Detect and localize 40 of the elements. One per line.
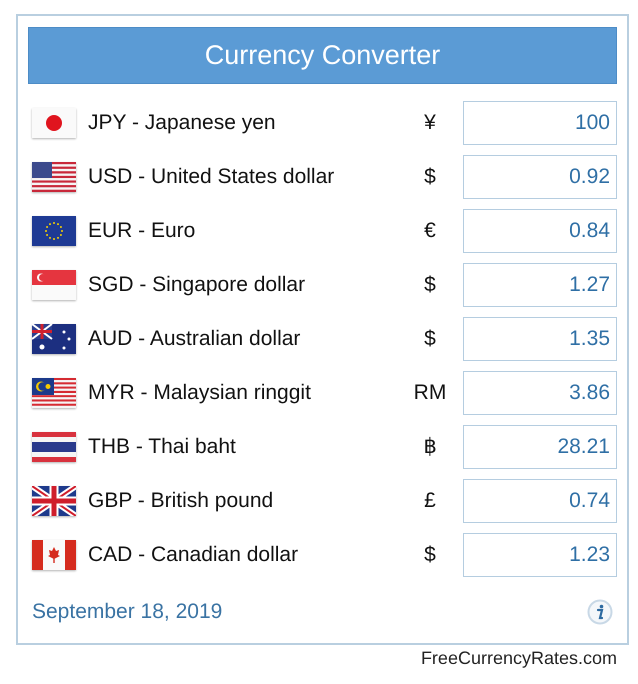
currency-symbol: RM [412,380,448,406]
currency-symbol: $ [423,542,437,568]
malaysia-flag-icon [32,378,76,408]
currency-name: GBP - British pound [88,488,274,514]
currency-symbol: € [423,218,437,244]
currency-symbol: ฿ [422,434,438,460]
amount-field[interactable]: 0.84 [463,209,617,253]
amount-field[interactable]: 3.86 [463,371,617,415]
amount-field[interactable]: 1.23 [463,533,617,577]
header-title: Currency Converter [28,27,617,84]
eu-flag-icon [32,216,76,246]
currency-name: SGD - Singapore dollar [88,272,306,298]
currency-symbol: £ [423,488,437,514]
currency-name: MYR - Malaysian ringgit [88,380,312,406]
amount-field[interactable]: 28.21 [463,425,617,469]
credit-text: FreeCurrencyRates.com [420,647,617,669]
currency-name: THB - Thai baht [88,434,237,460]
currency-name: EUR - Euro [88,218,196,244]
date-text: September 18, 2019 [32,599,222,625]
currency-name: JPY - Japanese yen [88,110,277,136]
currency-symbol: $ [423,272,437,298]
thailand-flag-icon [32,432,76,462]
amount-field[interactable]: 0.92 [463,155,617,199]
singapore-flag-icon [32,270,76,300]
amount-field[interactable]: 1.35 [463,317,617,361]
canada-flag-icon [32,540,76,570]
amount-field[interactable]: 100 [463,101,617,145]
currency-symbol: $ [423,326,437,352]
japan-flag-icon [32,108,76,138]
currency-name: AUD - Australian dollar [88,326,302,352]
currency-symbol: ¥ [423,110,437,136]
australia-flag-icon [32,324,76,354]
currency-symbol: $ [423,164,437,190]
usa-flag-icon [32,162,76,192]
amount-field[interactable]: 0.74 [463,479,617,523]
uk-flag-icon [32,486,76,516]
info-icon[interactable] [587,598,613,625]
currency-name: CAD - Canadian dollar [88,542,300,568]
amount-field[interactable]: 1.27 [463,263,617,307]
currency-name: USD - United States dollar [88,164,336,190]
